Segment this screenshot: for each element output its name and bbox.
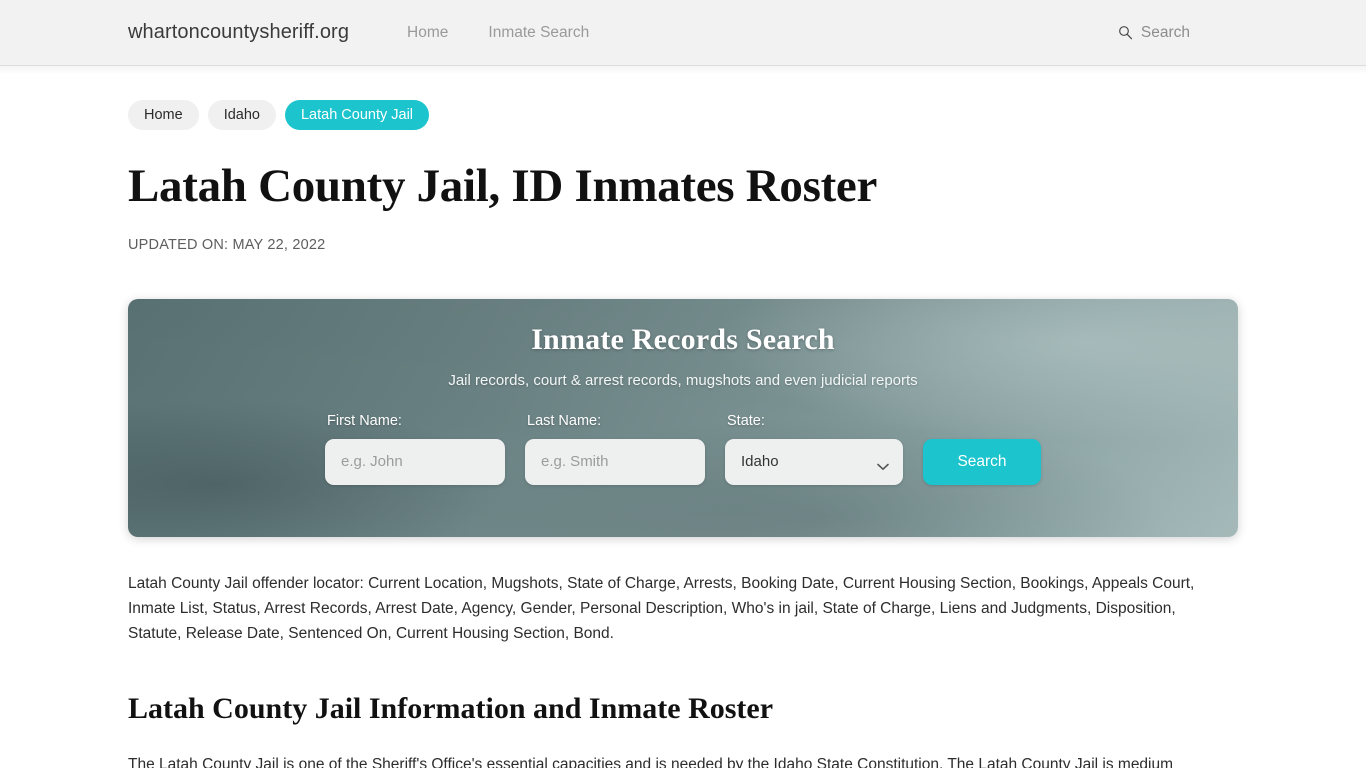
- section-heading-jail-information: Latah County Jail Information and Inmate…: [128, 691, 774, 725]
- page-title: Latah County Jail, ID Inmates Roster: [128, 160, 878, 212]
- state-field-group: State: Idaho: [725, 413, 903, 485]
- updated-on-label: UPDATED ON: MAY 22, 2022: [128, 236, 326, 253]
- last-name-label: Last Name:: [527, 412, 602, 429]
- first-name-field-group: First Name:: [325, 413, 505, 485]
- state-select[interactable]: Idaho: [725, 438, 903, 485]
- site-logo[interactable]: whartoncountysheriff.org: [128, 21, 349, 44]
- state-label: State:: [727, 412, 765, 429]
- intro-paragraph: Latah County Jail offender locator: Curr…: [128, 574, 1195, 642]
- inmate-records-search-card: Inmate Records Search Jail records, cour…: [128, 298, 1238, 537]
- section-paragraph: The Latah County Jail is one of the Sher…: [128, 755, 1174, 768]
- breadcrumb-item-idaho[interactable]: Idaho: [207, 100, 276, 130]
- search-card-title: Inmate Records Search: [531, 322, 835, 356]
- breadcrumb-item-home[interactable]: Home: [128, 100, 199, 130]
- nav-item-home[interactable]: Home: [387, 18, 468, 48]
- search-icon: [1118, 25, 1133, 40]
- first-name-label: First Name:: [327, 412, 402, 429]
- state-select-wrapper: Idaho: [725, 438, 903, 485]
- search-card-subtitle: Jail records, court & arrest records, mu…: [448, 371, 918, 389]
- search-card-content: Inmate Records Search Jail records, cour…: [128, 299, 1238, 485]
- inmate-search-form: First Name: Last Name: State: Idaho: [128, 413, 1238, 485]
- breadcrumb-item-latah-county-jail[interactable]: Latah County Jail: [284, 100, 430, 130]
- site-header: whartoncountysheriff.org Home Inmate Sea…: [0, 0, 1366, 75]
- page-container: Home Idaho Latah County Jail Latah Count…: [0, 66, 1366, 768]
- last-name-input[interactable]: [525, 438, 705, 485]
- header-inner: whartoncountysheriff.org Home Inmate Sea…: [0, 0, 1366, 65]
- first-name-input[interactable]: [325, 438, 505, 485]
- header-search[interactable]: Search: [1118, 24, 1238, 42]
- search-submit-button[interactable]: Search: [923, 438, 1041, 485]
- last-name-field-group: Last Name:: [525, 413, 705, 485]
- breadcrumb: Home Idaho Latah County Jail: [128, 66, 1238, 130]
- nav-item-inmate-search[interactable]: Inmate Search: [468, 18, 609, 48]
- main-navigation: Home Inmate Search: [387, 18, 609, 48]
- header-search-label: Search: [1140, 23, 1190, 41]
